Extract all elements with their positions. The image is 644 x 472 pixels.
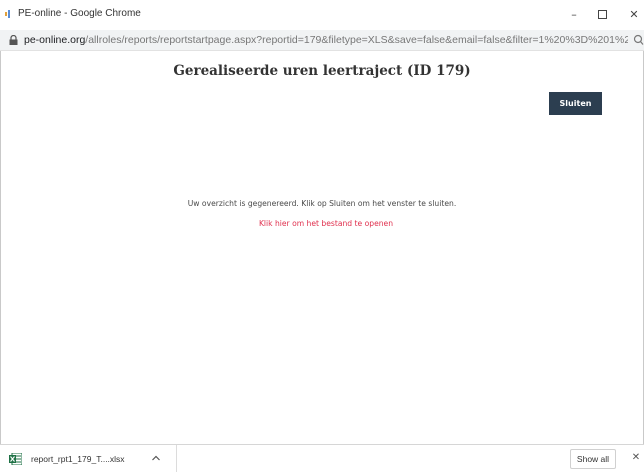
address-bar[interactable]: pe-online.org/allroles/reports/reportsta…	[0, 30, 644, 51]
app-icon	[5, 10, 10, 18]
excel-file-icon	[9, 453, 22, 465]
url-path: /allroles/reports/reportstartpage.aspx?r…	[85, 34, 628, 46]
page-title: Gerealiseerde uren leertraject (ID 179)	[173, 63, 471, 79]
close-window-button[interactable]: ✕	[624, 4, 644, 24]
window-title: PE-online - Google Chrome	[18, 8, 141, 19]
url-field[interactable]: pe-online.org/allroles/reports/reportsta…	[24, 34, 628, 46]
maximize-icon	[597, 9, 607, 19]
maximize-button[interactable]	[591, 4, 613, 24]
download-item[interactable]: report_rpt1_179_T....xlsx	[0, 445, 177, 472]
close-download-bar-icon[interactable]: ✕	[630, 452, 642, 466]
title-bar: PE-online - Google Chrome – ✕	[0, 0, 644, 30]
url-host: pe-online.org	[24, 34, 86, 46]
chevron-up-icon[interactable]	[151, 454, 161, 462]
minimize-button[interactable]: –	[563, 4, 585, 24]
lock-icon	[9, 35, 18, 45]
zoom-icon[interactable]	[633, 34, 644, 46]
close-button[interactable]: Sluiten	[549, 92, 602, 115]
open-file-link[interactable]: Klik hier om het bestand te openen	[0, 219, 644, 228]
close-icon: ✕	[629, 7, 639, 21]
download-filename: report_rpt1_179_T....xlsx	[31, 454, 125, 464]
show-all-button[interactable]: Show all	[570, 449, 616, 469]
minimize-icon: –	[571, 7, 577, 21]
download-bar: report_rpt1_179_T....xlsx Show all ✕	[0, 444, 644, 472]
status-message: Uw overzicht is gegenereerd. Klik op Slu…	[187, 199, 457, 208]
